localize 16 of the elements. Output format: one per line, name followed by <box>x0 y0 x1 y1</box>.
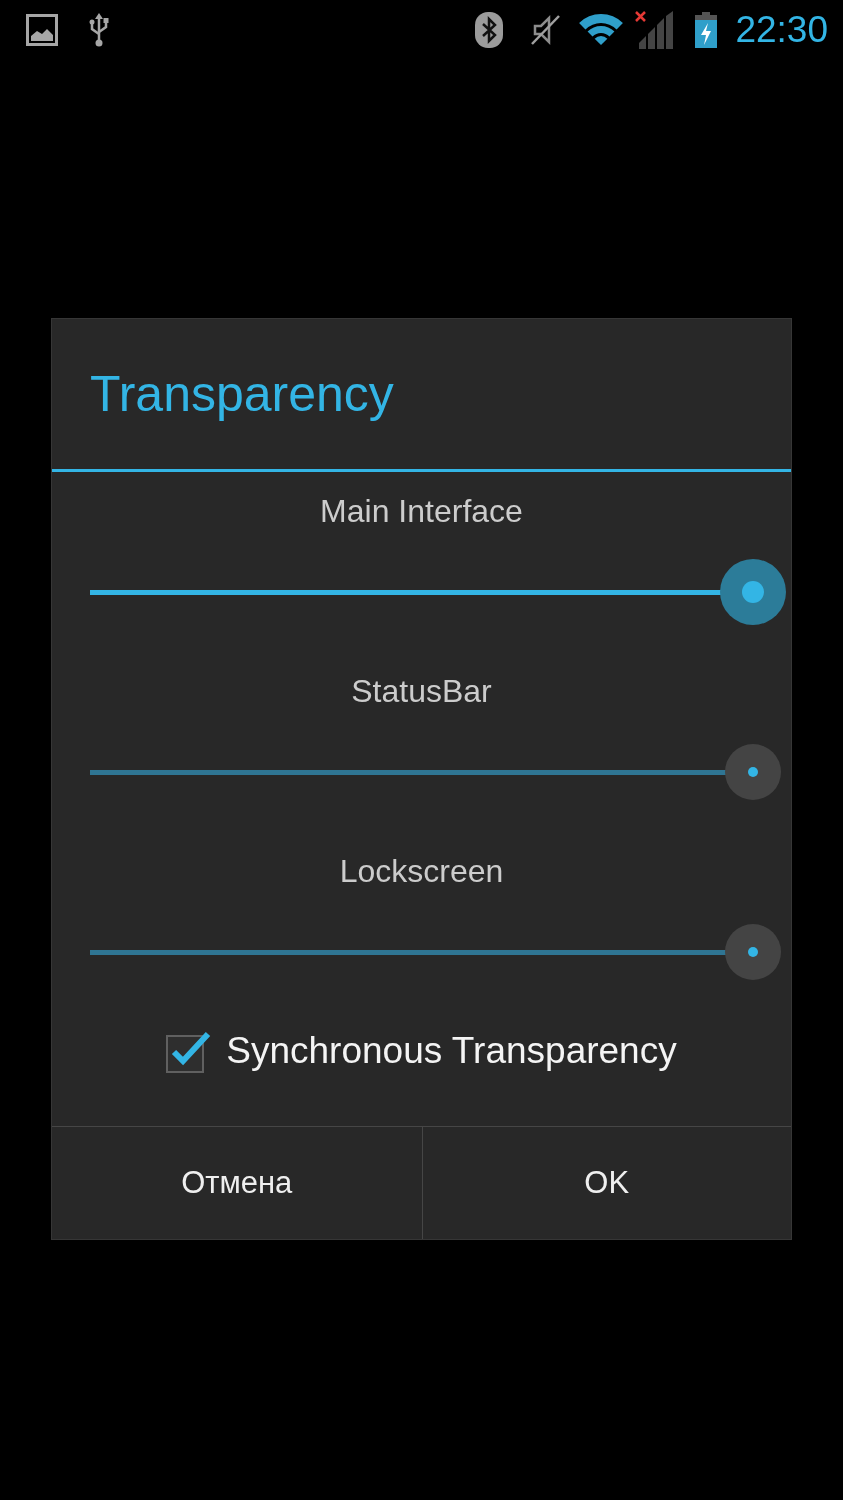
slider-label: Main Interface <box>320 493 523 529</box>
status-time: 22:30 <box>735 8 828 52</box>
bluetooth-icon <box>475 12 504 48</box>
checkbox-label[interactable]: Synchronous Transparency <box>226 1029 677 1073</box>
slider-thumb[interactable] <box>725 924 781 980</box>
signal-icon <box>635 11 676 49</box>
dialog-title: Transparency <box>90 365 394 424</box>
slider-thumb[interactable] <box>720 559 786 625</box>
image-icon <box>26 14 58 46</box>
usb-icon <box>88 13 110 47</box>
speaker-muted-icon <box>529 13 562 47</box>
slider-thumb[interactable] <box>725 744 781 800</box>
slider-label: StatusBar <box>351 673 492 709</box>
checkbox[interactable] <box>166 1029 213 1073</box>
slider-label: Lockscreen <box>339 853 504 889</box>
battery-charging-icon <box>695 12 718 48</box>
